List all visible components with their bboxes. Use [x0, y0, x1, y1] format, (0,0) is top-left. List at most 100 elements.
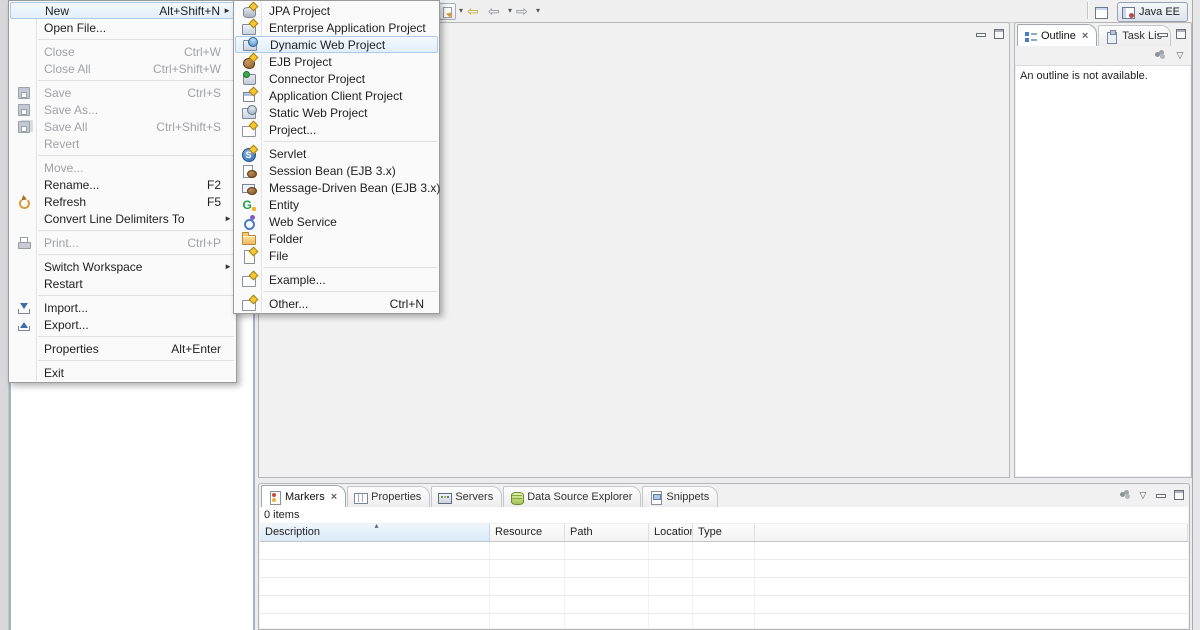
file-menu-item-switch-workspace[interactable]: Switch Workspace ► [10, 258, 235, 275]
file-menu-item-properties[interactable]: Properties Alt+Enter [10, 340, 235, 357]
file-menu-item-rename[interactable]: Rename... F2 [10, 176, 235, 193]
minimize-icon[interactable] [974, 27, 988, 41]
menu-item-label: Entity [269, 197, 300, 212]
close-icon[interactable]: × [331, 491, 337, 502]
minimize-icon[interactable] [1156, 27, 1170, 41]
bottom-tab-snippets[interactable]: Snippets [642, 486, 719, 507]
new-submenu-item-enterprise-application-project[interactable]: Enterprise Application Project [235, 19, 438, 36]
menu-item-label: Close All [44, 61, 91, 76]
new-submenu-item-session-bean-ejb-3-x[interactable]: Session Bean (EJB 3.x) [235, 162, 438, 179]
dropdown-caret-icon[interactable]: ▾ [536, 6, 540, 16]
bottom-tab-servers[interactable]: Servers [431, 486, 503, 507]
table-cell [490, 596, 565, 613]
table-cell [649, 578, 693, 595]
menu-item-gutter [235, 214, 262, 230]
maximize-icon[interactable] [1174, 27, 1188, 41]
open-perspective-button[interactable] [1093, 3, 1111, 21]
bottom-tab-properties[interactable]: Properties [347, 486, 431, 507]
minimize-icon[interactable] [1154, 488, 1168, 502]
new-submenu-item-ejb-project[interactable]: EJB Project [235, 53, 438, 70]
table-row [260, 578, 1188, 596]
markers-icon [267, 490, 281, 505]
file-menu-item-export[interactable]: Export... [10, 316, 235, 333]
menu-separator [263, 291, 437, 292]
view-menu-icon[interactable]: ▽ [1173, 48, 1187, 62]
new-submenu-item-project[interactable]: Project... [235, 121, 438, 138]
eclipse-window: ▾ ⇦ ⇦ ▾ ⇨ ▾ Java EE Outline × Task Lis ▽ An out… [0, 0, 1200, 630]
focus-icon[interactable] [1118, 488, 1132, 502]
outline-tab-outline[interactable]: Outline × [1017, 24, 1098, 46]
table-cell [693, 560, 755, 577]
file-menu-item-convert-line-delimiters-to[interactable]: Convert Line Delimiters To ► [10, 210, 235, 227]
new-submenu-item-dynamic-web-project[interactable]: Dynamic Web Project [235, 36, 438, 53]
submenu-arrow-icon: ► [224, 262, 232, 271]
focus-icon[interactable] [1153, 48, 1167, 62]
bottom-tab-markers[interactable]: Markers × [261, 485, 347, 507]
new-submenu-item-other[interactable]: Other... Ctrl+N [235, 295, 438, 312]
new-submenu-item-servlet[interactable]: Servlet [235, 145, 438, 162]
menu-item-shortcut: Ctrl+Shift+W [152, 61, 221, 76]
file-menu-item-print: Print... Ctrl+P [10, 234, 235, 251]
toolbar-button-forward-icon[interactable]: ⇨ [515, 2, 533, 20]
table-cell [755, 542, 1188, 559]
new-submenu-item-jpa-project[interactable]: JPA Project [235, 2, 438, 19]
bottom-tab-data-source-explorer[interactable]: Data Source Explorer [503, 486, 642, 507]
new-submenu-item-application-client-project[interactable]: Application Client Project [235, 87, 438, 104]
dropdown-caret-icon[interactable]: ▾ [508, 6, 512, 16]
menu-separator [38, 230, 234, 231]
table-cell [490, 614, 565, 628]
table-row [260, 596, 1188, 614]
new-submenu-item-folder[interactable]: Folder [235, 230, 438, 247]
ejb-project-icon [241, 54, 257, 70]
file-menu-item-exit[interactable]: Exit [10, 364, 235, 381]
new-submenu-item-entity[interactable]: Entity [235, 196, 438, 213]
back-history-icon: ⇦ [467, 3, 479, 19]
menu-item-label: Switch Workspace [44, 259, 143, 274]
file-menu-item-refresh[interactable]: Refresh F5 [10, 193, 235, 210]
save-as-icon [16, 102, 32, 118]
column-header-type[interactable]: Type [693, 524, 755, 541]
maximize-icon[interactable] [1172, 488, 1186, 502]
new-submenu-item-static-web-project[interactable]: Static Web Project [235, 104, 438, 121]
table-cell [565, 560, 649, 577]
sort-ascending-icon: ▴ [374, 524, 379, 530]
column-header-description[interactable]: Description ▴ [260, 524, 490, 541]
file-menu-item-restart[interactable]: Restart [10, 275, 235, 292]
file-menu-item-move: Move... [10, 159, 235, 176]
column-header-location[interactable]: Location [649, 524, 693, 541]
new-submenu-item-example[interactable]: Example... [235, 271, 438, 288]
table-row [260, 542, 1188, 560]
menu-item-label: Save As... [44, 102, 99, 117]
markers-window-controls: ▽ [1118, 488, 1186, 502]
connector-project-icon [241, 71, 257, 87]
new-submenu-item-message-driven-bean-ejb-3-x[interactable]: Message-Driven Bean (EJB 3.x) [235, 179, 440, 196]
new-submenu: JPA Project Enterprise Application Projec… [233, 0, 440, 314]
file-menu-item-open-file[interactable]: Open File... [10, 19, 235, 36]
new-submenu-item-web-service[interactable]: Web Service [235, 213, 438, 230]
new-submenu-item-connector-project[interactable]: Connector Project [235, 70, 438, 87]
toolbar-separator [1087, 2, 1090, 19]
menu-item-label: Properties [44, 341, 99, 356]
menu-item-label: Other... [269, 296, 309, 311]
perspective-button-java-ee[interactable]: Java EE [1117, 1, 1188, 22]
view-menu-icon[interactable]: ▽ [1136, 488, 1150, 502]
toolbar-button-last-edit-location-icon[interactable] [438, 2, 456, 20]
maximize-icon[interactable] [992, 27, 1006, 41]
file-menu-item-import[interactable]: Import... [10, 299, 235, 316]
menu-separator [38, 336, 234, 337]
dropdown-caret-icon[interactable]: ▾ [459, 6, 463, 16]
markers-table: Description ▴ Resource Path Location Type [260, 524, 1188, 628]
column-header-path[interactable]: Path [565, 524, 649, 541]
column-header-resource[interactable]: Resource [490, 524, 565, 541]
menu-item-gutter [10, 300, 37, 316]
menu-item-gutter [235, 248, 262, 264]
bottom-tab-row: Markers × Properties Servers Data Source Exp… [259, 484, 1189, 507]
file-menu-item-new[interactable]: New Alt+Shift+N ► [10, 2, 235, 19]
close-icon[interactable]: × [1082, 30, 1088, 41]
new-submenu-item-file[interactable]: File [235, 247, 438, 264]
menu-item-gutter [235, 197, 262, 213]
refresh-icon [16, 194, 32, 210]
toolbar-button-back-history-icon[interactable]: ⇦ [466, 2, 484, 20]
toolbar-button-back-icon[interactable]: ⇦ [487, 2, 505, 20]
menu-separator [38, 360, 234, 361]
